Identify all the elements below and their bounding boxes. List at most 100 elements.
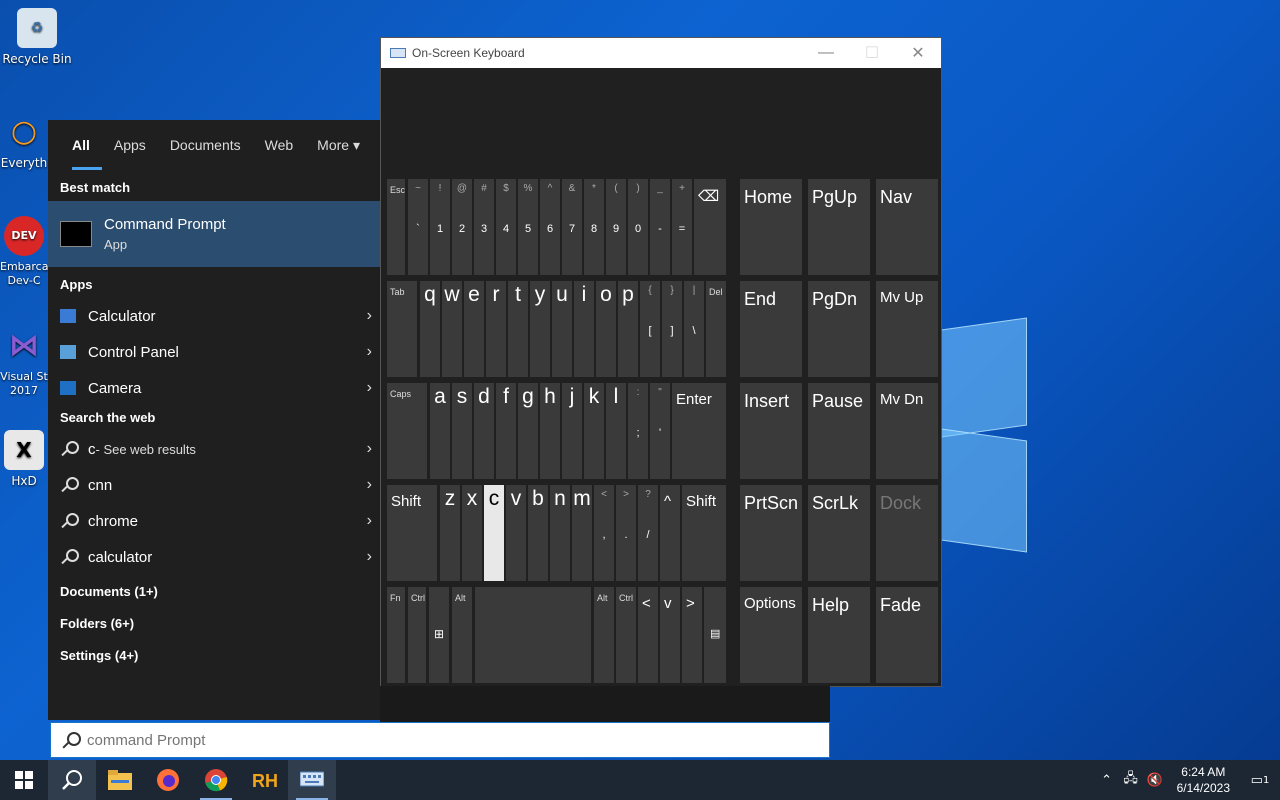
key--[interactable]: _ - [649,178,671,276]
key-shift-left[interactable]: Shift [386,484,438,582]
key-2[interactable]: @2 [451,178,473,276]
key-9[interactable]: (9 [605,178,627,276]
key-g[interactable]: g [517,382,539,480]
app-result-camera[interactable]: Camera › [48,370,380,406]
key-6[interactable]: ^ 6 [539,178,561,276]
key-t[interactable]: t [507,280,529,378]
taskbar-resource-hacker[interactable]: RH [240,760,288,800]
notifications-button[interactable]: ▭ 1 [1240,760,1280,800]
key-scrlk[interactable]: ScrLk [807,484,871,582]
key-home[interactable]: Home [739,178,803,276]
key-alt-right[interactable]: Alt [593,586,615,684]
search-box[interactable] [50,722,830,758]
key-down-arrow[interactable]: v [659,586,681,684]
key-h[interactable]: h [539,382,561,480]
key-punct2-0[interactable]: <, [593,484,615,582]
key-pgup[interactable]: PgUp [807,178,871,276]
key-end[interactable]: End [739,280,803,378]
key-y[interactable]: y [529,280,551,378]
key-punct-1[interactable]: " ' [649,382,671,480]
desktop-icon-visual-studio[interactable]: ⋈ Visual St 2017 [0,326,48,398]
key-8[interactable]: * 8 [583,178,605,276]
key-ctrl-left[interactable]: Ctrl [407,586,427,684]
taskbar-chrome[interactable] [192,760,240,800]
key-nav[interactable]: Nav [875,178,939,276]
volume-muted-icon[interactable]: 🔇 [1143,760,1167,800]
web-result-calculator[interactable]: calculator › [48,539,380,575]
network-icon[interactable]: 🖧 [1119,760,1143,800]
desktop-icon-everything[interactable]: ○ Everyth [0,112,48,171]
key-u[interactable]: u [551,280,573,378]
chevron-right-icon[interactable]: › [367,512,372,530]
chevron-right-icon[interactable]: › [367,379,372,397]
minimize-button[interactable]: — [803,44,849,62]
key-`[interactable]: ~ ` [407,178,429,276]
key-d[interactable]: d [473,382,495,480]
desktop-icon-devcpp[interactable]: DEV Embarca Dev-C [0,216,48,288]
key-=[interactable]: + = [671,178,693,276]
key-l[interactable]: l [605,382,627,480]
app-result-control-panel[interactable]: Control Panel › [48,334,380,370]
key-b[interactable]: b [527,484,549,582]
tab-web[interactable]: Web [253,120,306,170]
key-punct2-1[interactable]: >. [615,484,637,582]
key-left-arrow[interactable]: < [637,586,659,684]
key-fade[interactable]: Fade [875,586,939,684]
key-fn[interactable]: Fn [386,586,406,684]
key-3[interactable]: #3 [473,178,495,276]
web-result-cnn[interactable]: cnn › [48,467,380,503]
key-dock[interactable]: Dock [875,484,939,582]
key-f[interactable]: f [495,382,517,480]
taskbar-search-button[interactable] [48,760,96,800]
category-folders[interactable]: Folders (6+) [48,607,380,639]
key-x[interactable]: x [461,484,483,582]
key-enter[interactable]: Enter [671,382,727,480]
taskbar-firefox[interactable] [144,760,192,800]
key-c[interactable]: c [483,484,505,582]
key-n[interactable]: n [549,484,571,582]
key-4[interactable]: $4 [495,178,517,276]
chevron-right-icon[interactable]: › [367,307,372,325]
web-result-chrome[interactable]: chrome › [48,503,380,539]
key-j[interactable]: j [561,382,583,480]
taskbar-on-screen-keyboard[interactable] [288,760,336,800]
tab-more[interactable]: More ▾ [305,120,372,170]
key-help[interactable]: Help [807,586,871,684]
key-bracket-2[interactable]: | \ [683,280,705,378]
key-right-arrow[interactable]: > [681,586,703,684]
chevron-right-icon[interactable]: › [367,343,372,361]
best-match-item[interactable]: Command Prompt App [48,201,380,267]
key-esc[interactable]: Esc [386,178,406,276]
chevron-right-icon[interactable]: › [367,476,372,494]
key-caps[interactable]: Caps [386,382,428,480]
key-p[interactable]: p [617,280,639,378]
key-w[interactable]: w [441,280,463,378]
key-m[interactable]: m [571,484,593,582]
key-pgdn[interactable]: PgDn [807,280,871,378]
key-e[interactable]: e [463,280,485,378]
key-del[interactable]: Del [705,280,727,378]
clock[interactable]: 6:24 AM 6/14/2023 [1167,764,1240,796]
key-up-arrow[interactable]: ^ [659,484,681,582]
tab-all[interactable]: All [60,120,102,170]
key-5[interactable]: % 5 [517,178,539,276]
key-r[interactable]: r [485,280,507,378]
key-mvup[interactable]: Mv Up [875,280,939,378]
key-insert[interactable]: Insert [739,382,803,480]
key-z[interactable]: z [439,484,461,582]
key-windows[interactable]: ⊞ [428,586,450,684]
key-bracket-1[interactable]: }] [661,280,683,378]
key-1[interactable]: ! 1 [429,178,451,276]
key-s[interactable]: s [451,382,473,480]
category-documents[interactable]: Documents (1+) [48,575,380,607]
chevron-right-icon[interactable]: › [367,548,372,566]
key-v[interactable]: v [505,484,527,582]
key-space[interactable] [474,586,592,684]
desktop-icon-hxd[interactable]: X HxD [0,430,48,488]
chevron-right-icon[interactable]: › [367,440,372,458]
key-7[interactable]: & 7 [561,178,583,276]
app-result-calculator[interactable]: Calculator › [48,298,380,334]
key-q[interactable]: q [419,280,441,378]
key-mvdn[interactable]: Mv Dn [875,382,939,480]
search-input[interactable] [87,731,829,749]
